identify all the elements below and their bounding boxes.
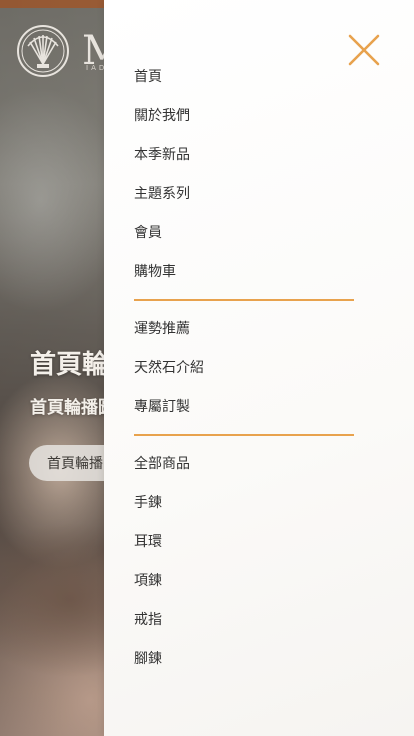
menu-item-bracelets[interactable]: 手鍊 bbox=[134, 484, 354, 523]
menu-item-themes[interactable]: 主題系列 bbox=[134, 175, 354, 214]
menu-item-all-products[interactable]: 全部商品 bbox=[134, 445, 354, 484]
menu-divider bbox=[134, 299, 354, 301]
menu-list: 首頁 關於我們 本季新品 主題系列 會員 購物車 運勢推薦 天然石介紹 專屬訂製… bbox=[134, 58, 354, 679]
menu-item-about[interactable]: 關於我們 bbox=[134, 97, 354, 136]
menu-item-home[interactable]: 首頁 bbox=[134, 58, 354, 97]
hero-subtitle: 首頁輪播圖 bbox=[30, 398, 115, 418]
menu-item-necklaces[interactable]: 項鍊 bbox=[134, 562, 354, 601]
menu-item-anklets[interactable]: 腳鍊 bbox=[134, 640, 354, 679]
side-menu-drawer: 首頁 關於我們 本季新品 主題系列 會員 購物車 運勢推薦 天然石介紹 專屬訂製… bbox=[104, 0, 414, 736]
shell-logo-icon bbox=[17, 25, 69, 77]
menu-item-new-season[interactable]: 本季新品 bbox=[134, 136, 354, 175]
menu-item-natural-stones[interactable]: 天然石介紹 bbox=[134, 349, 354, 388]
menu-item-member[interactable]: 會員 bbox=[134, 214, 354, 253]
menu-item-earrings[interactable]: 耳環 bbox=[134, 523, 354, 562]
menu-divider bbox=[134, 434, 354, 436]
menu-item-rings[interactable]: 戒指 bbox=[134, 601, 354, 640]
menu-item-fortune[interactable]: 運勢推薦 bbox=[134, 310, 354, 349]
menu-item-custom-order[interactable]: 專屬訂製 bbox=[134, 388, 354, 427]
menu-item-cart[interactable]: 購物車 bbox=[134, 253, 354, 292]
